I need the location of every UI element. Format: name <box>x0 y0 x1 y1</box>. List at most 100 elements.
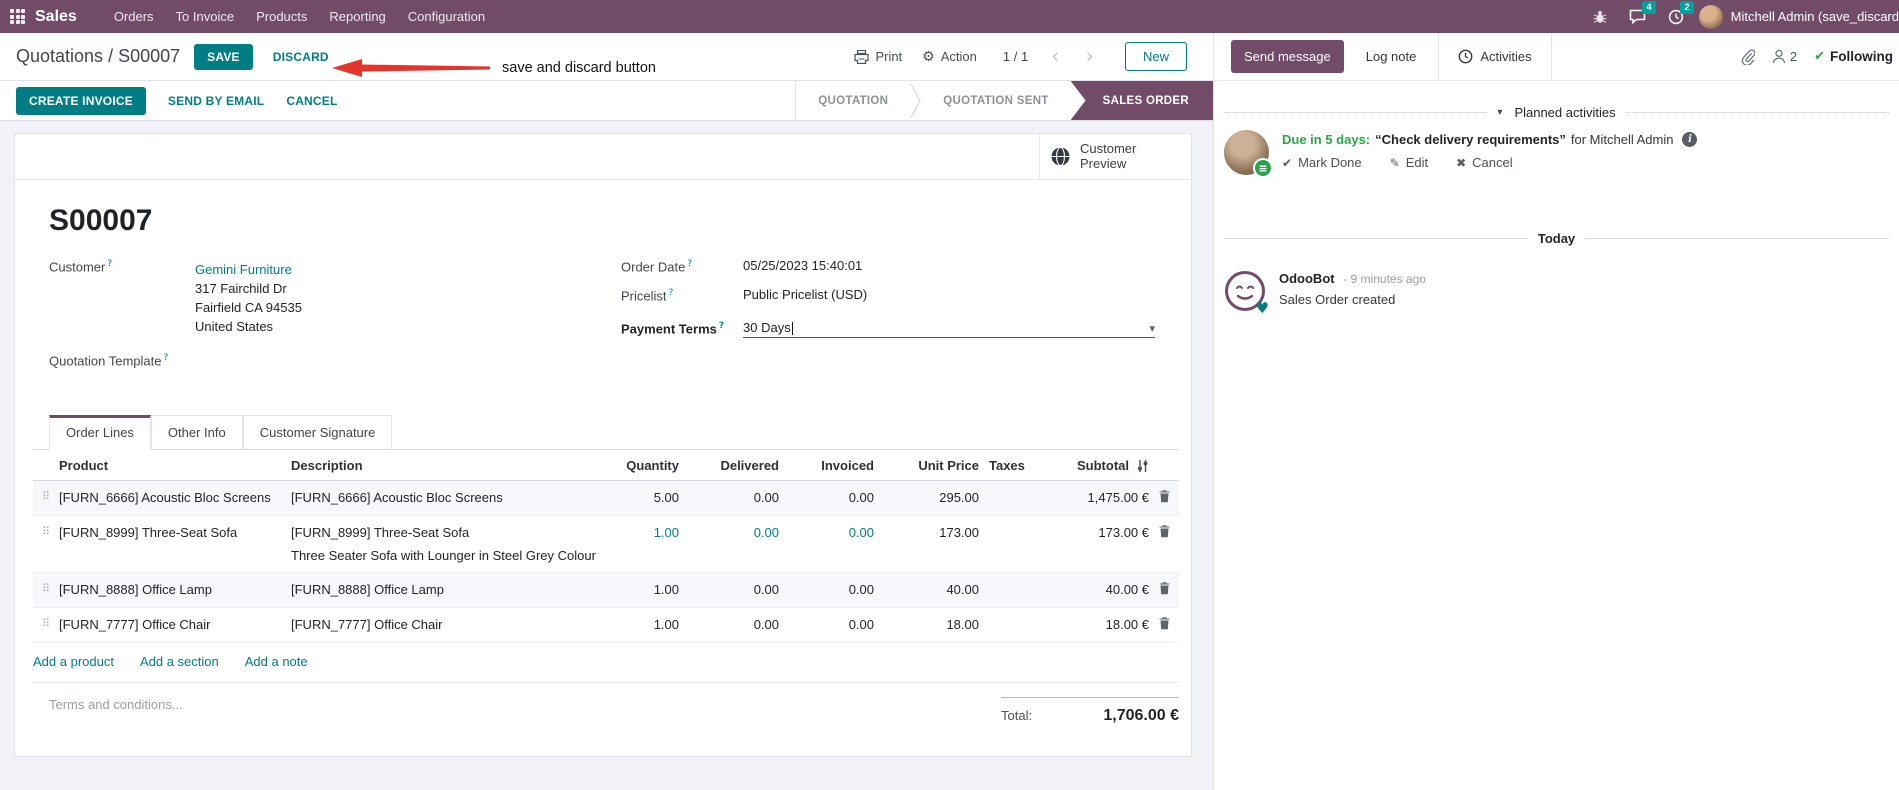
customer-preview-button[interactable]: Customer Preview <box>1039 134 1191 179</box>
apps-grid-icon[interactable] <box>10 9 25 24</box>
col-description[interactable]: Description <box>291 458 599 473</box>
delete-row-icon[interactable] <box>1149 582 1179 598</box>
cell-quantity[interactable]: 1.00 <box>599 617 679 632</box>
cell-product[interactable]: [FURN_8999] Three-Seat Sofa <box>59 525 291 540</box>
col-unit-price[interactable]: Unit Price <box>874 458 979 473</box>
col-subtotal[interactable]: Subtotal <box>1077 458 1129 473</box>
activities-button[interactable]: Activities <box>1438 33 1552 80</box>
control-panel: Quotations / S00007 SAVE DISCARD save an… <box>0 33 1213 81</box>
send-by-email-button[interactable]: SEND BY EMAIL <box>168 94 264 108</box>
tab-order-lines[interactable]: Order Lines <box>49 415 151 451</box>
action-button[interactable]: ⚙ Action <box>922 49 977 65</box>
log-note-button[interactable]: Log note <box>1344 49 1439 64</box>
nav-menu-to-invoice[interactable]: To Invoice <box>165 0 246 33</box>
payment-terms-input[interactable]: 30 Days ▾ <box>743 320 1155 338</box>
drag-handle-icon[interactable]: ⠿ <box>33 617 59 631</box>
add-a-product-link[interactable]: Add a product <box>33 654 114 669</box>
app-name[interactable]: Sales <box>35 8 77 26</box>
nav-menu-products[interactable]: Products <box>245 0 318 33</box>
optional-columns-icon[interactable] <box>1136 459 1149 472</box>
tab-customer-signature[interactable]: Customer Signature <box>242 415 393 450</box>
drag-handle-icon[interactable]: ⠿ <box>33 582 59 596</box>
new-button[interactable]: New <box>1124 42 1187 71</box>
save-button[interactable]: SAVE <box>194 43 253 70</box>
terms-and-conditions-input[interactable]: Terms and conditions... <box>49 697 183 725</box>
cell-unit-price[interactable]: 173.00 <box>874 525 979 540</box>
status-quotation[interactable]: QUOTATION <box>796 81 910 120</box>
cell-invoiced[interactable]: 0.00 <box>779 525 874 540</box>
following-button[interactable]: ✔ Following <box>1814 49 1893 64</box>
cell-product[interactable]: [FURN_7777] Office Chair <box>59 617 291 632</box>
cell-unit-price[interactable]: 18.00 <box>874 617 979 632</box>
cell-product[interactable]: [FURN_8888] Office Lamp <box>59 582 291 597</box>
cell-product[interactable]: [FURN_6666] Acoustic Bloc Screens <box>59 490 291 505</box>
cell-quantity[interactable]: 1.00 <box>599 525 679 540</box>
tab-other-info[interactable]: Other Info <box>150 415 243 450</box>
pricelist-value[interactable]: Public Pricelist (USD) <box>743 287 867 303</box>
delete-row-icon[interactable] <box>1149 617 1179 633</box>
paperclip-icon[interactable] <box>1740 48 1755 65</box>
info-icon[interactable]: i <box>1682 132 1698 147</box>
cell-quantity[interactable]: 1.00 <box>599 582 679 597</box>
discard-button[interactable]: DISCARD <box>273 50 329 64</box>
user-menu[interactable]: Mitchell Admin (save_discard <box>1698 4 1899 29</box>
col-quantity[interactable]: Quantity <box>599 458 679 473</box>
messages-icon[interactable]: 4 <box>1623 0 1656 29</box>
cancel-button[interactable]: CANCEL <box>286 94 337 108</box>
print-button[interactable]: Print <box>854 49 902 64</box>
col-delivered[interactable]: Delivered <box>679 458 779 473</box>
order-date-value[interactable]: 05/25/2023 15:40:01 <box>743 258 862 274</box>
add-a-note-link[interactable]: Add a note <box>245 654 308 669</box>
create-invoice-button[interactable]: CREATE INVOICE <box>16 86 146 115</box>
status-sales-order[interactable]: SALES ORDER <box>1070 81 1213 120</box>
nav-menu-reporting[interactable]: Reporting <box>318 0 396 33</box>
cell-quantity[interactable]: 5.00 <box>599 490 679 505</box>
followers-button[interactable]: 2 <box>1772 49 1797 64</box>
pager-previous-icon[interactable]: ‹ <box>1048 46 1062 67</box>
globe-icon <box>1051 146 1070 167</box>
customer-link[interactable]: Gemini Furniture <box>195 262 302 277</box>
activity-assignee: for Mitchell Admin <box>1570 132 1674 147</box>
cell-invoiced[interactable]: 0.00 <box>779 490 874 505</box>
message-author[interactable]: OdooBot <box>1279 271 1335 286</box>
button-box: Customer Preview <box>15 134 1191 180</box>
breadcrumb-quotations[interactable]: Quotations <box>16 46 103 66</box>
cell-delivered[interactable]: 0.00 <box>679 490 779 505</box>
pager-next-icon[interactable]: › <box>1083 46 1097 67</box>
status-quotation-sent[interactable]: QUOTATION SENT <box>921 81 1070 120</box>
nav-menu-configuration[interactable]: Configuration <box>397 0 496 33</box>
activity-summary: “Check delivery requirements” <box>1375 132 1566 147</box>
clock-icon <box>1458 49 1473 64</box>
planned-activities-header[interactable]: ▾ Planned activities <box>1224 105 1890 120</box>
mark-done-button[interactable]: ✔ Mark Done <box>1282 155 1362 170</box>
edit-activity-button[interactable]: ✎ Edit <box>1390 155 1428 170</box>
col-invoiced[interactable]: Invoiced <box>779 458 874 473</box>
check-icon: ✔ <box>1814 49 1825 64</box>
col-taxes[interactable]: Taxes <box>979 458 1037 473</box>
cell-unit-price[interactable]: 295.00 <box>874 490 979 505</box>
delete-row-icon[interactable] <box>1149 525 1179 541</box>
add-a-section-link[interactable]: Add a section <box>140 654 219 669</box>
cell-invoiced[interactable]: 0.00 <box>779 617 874 632</box>
debug-bug-icon[interactable] <box>1585 5 1615 29</box>
cell-description[interactable]: [FURN_6666] Acoustic Bloc Screens <box>291 490 599 505</box>
chevron-down-icon[interactable]: ▾ <box>1149 322 1155 335</box>
cell-delivered[interactable]: 0.00 <box>679 525 779 540</box>
drag-handle-icon[interactable]: ⠿ <box>33 490 59 504</box>
col-product[interactable]: Product <box>59 458 291 473</box>
top-nav-bar: Sales Orders To Invoice Products Reporti… <box>0 0 1899 33</box>
nav-menu-orders[interactable]: Orders <box>103 0 165 33</box>
delete-row-icon[interactable] <box>1149 490 1179 506</box>
cell-description[interactable]: [FURN_7777] Office Chair <box>291 617 599 632</box>
cell-delivered[interactable]: 0.00 <box>679 617 779 632</box>
cell-delivered[interactable]: 0.00 <box>679 582 779 597</box>
cancel-activity-button[interactable]: ✖ Cancel <box>1456 155 1513 170</box>
printer-icon <box>854 49 870 64</box>
cell-unit-price[interactable]: 40.00 <box>874 582 979 597</box>
drag-handle-icon[interactable]: ⠿ <box>33 525 59 539</box>
cell-description[interactable]: [FURN_8999] Three-Seat Sofa Three Seater… <box>291 525 599 563</box>
cell-description[interactable]: [FURN_8888] Office Lamp <box>291 582 599 597</box>
activities-clock-icon[interactable]: 2 <box>1661 0 1694 29</box>
send-message-button[interactable]: Send message <box>1231 40 1344 73</box>
cell-invoiced[interactable]: 0.00 <box>779 582 874 597</box>
